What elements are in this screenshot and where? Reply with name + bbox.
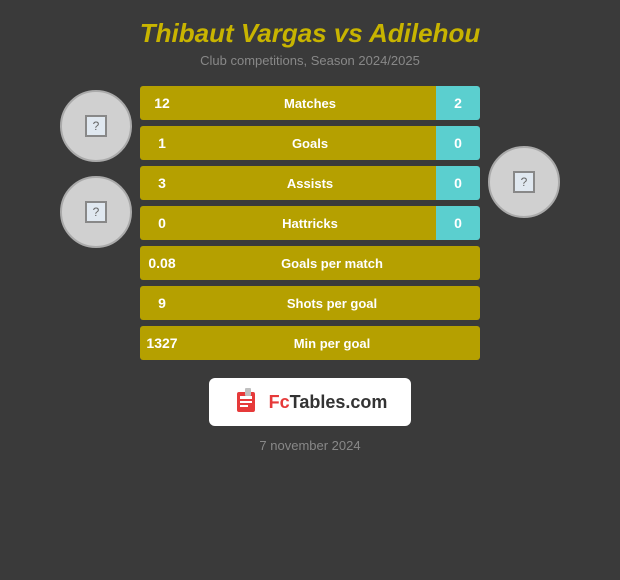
avatar-right: ?: [488, 146, 560, 218]
stat-label: Goals per match: [184, 246, 480, 280]
stat-row: 9Shots per goal: [140, 286, 480, 320]
fctables-icon: [233, 388, 261, 416]
stat-row: 1327Min per goal: [140, 326, 480, 360]
content-area: ? ? 12Matches21Goals03Assists00Hattricks…: [0, 86, 620, 360]
stat-left-value: 0: [140, 206, 184, 240]
branding-box: FcTables.com: [209, 378, 412, 426]
stat-right-value: 0: [436, 126, 480, 160]
page-title: Thibaut Vargas vs Adilehou: [140, 18, 480, 49]
avatar-placeholder-icon-3: ?: [513, 171, 535, 193]
stat-row: 12Matches2: [140, 86, 480, 120]
stat-row: 3Assists0: [140, 166, 480, 200]
stat-left-value: 12: [140, 86, 184, 120]
avatar-left-top: ?: [60, 90, 132, 162]
stat-left-value: 1327: [140, 326, 184, 360]
stat-left-value: 0.08: [140, 246, 184, 280]
stat-left-value: 9: [140, 286, 184, 320]
stat-row: 0.08Goals per match: [140, 246, 480, 280]
stat-label: Hattricks: [184, 206, 436, 240]
page-subtitle: Club competitions, Season 2024/2025: [200, 53, 420, 68]
avatar-left-bottom: ?: [60, 176, 132, 248]
brand-name: FcTables.com: [269, 392, 388, 413]
stat-label: Min per goal: [184, 326, 480, 360]
footer-date: 7 november 2024: [259, 438, 360, 453]
avatar-placeholder-icon-2: ?: [85, 201, 107, 223]
stat-right-value: 0: [436, 206, 480, 240]
stat-label: Assists: [184, 166, 436, 200]
stats-area: 12Matches21Goals03Assists00Hattricks00.0…: [140, 86, 480, 360]
stat-row: 0Hattricks0: [140, 206, 480, 240]
avatar-placeholder-icon: ?: [85, 115, 107, 137]
stat-left-value: 3: [140, 166, 184, 200]
stat-row: 1Goals0: [140, 126, 480, 160]
stat-label: Shots per goal: [184, 286, 480, 320]
left-avatars: ? ?: [60, 90, 132, 248]
stat-left-value: 1: [140, 126, 184, 160]
page-wrapper: Thibaut Vargas vs Adilehou Club competit…: [0, 0, 620, 580]
stat-label: Goals: [184, 126, 436, 160]
stat-label: Matches: [184, 86, 436, 120]
stat-right-value: 2: [436, 86, 480, 120]
right-avatars: ?: [488, 146, 560, 218]
stat-right-value: 0: [436, 166, 480, 200]
